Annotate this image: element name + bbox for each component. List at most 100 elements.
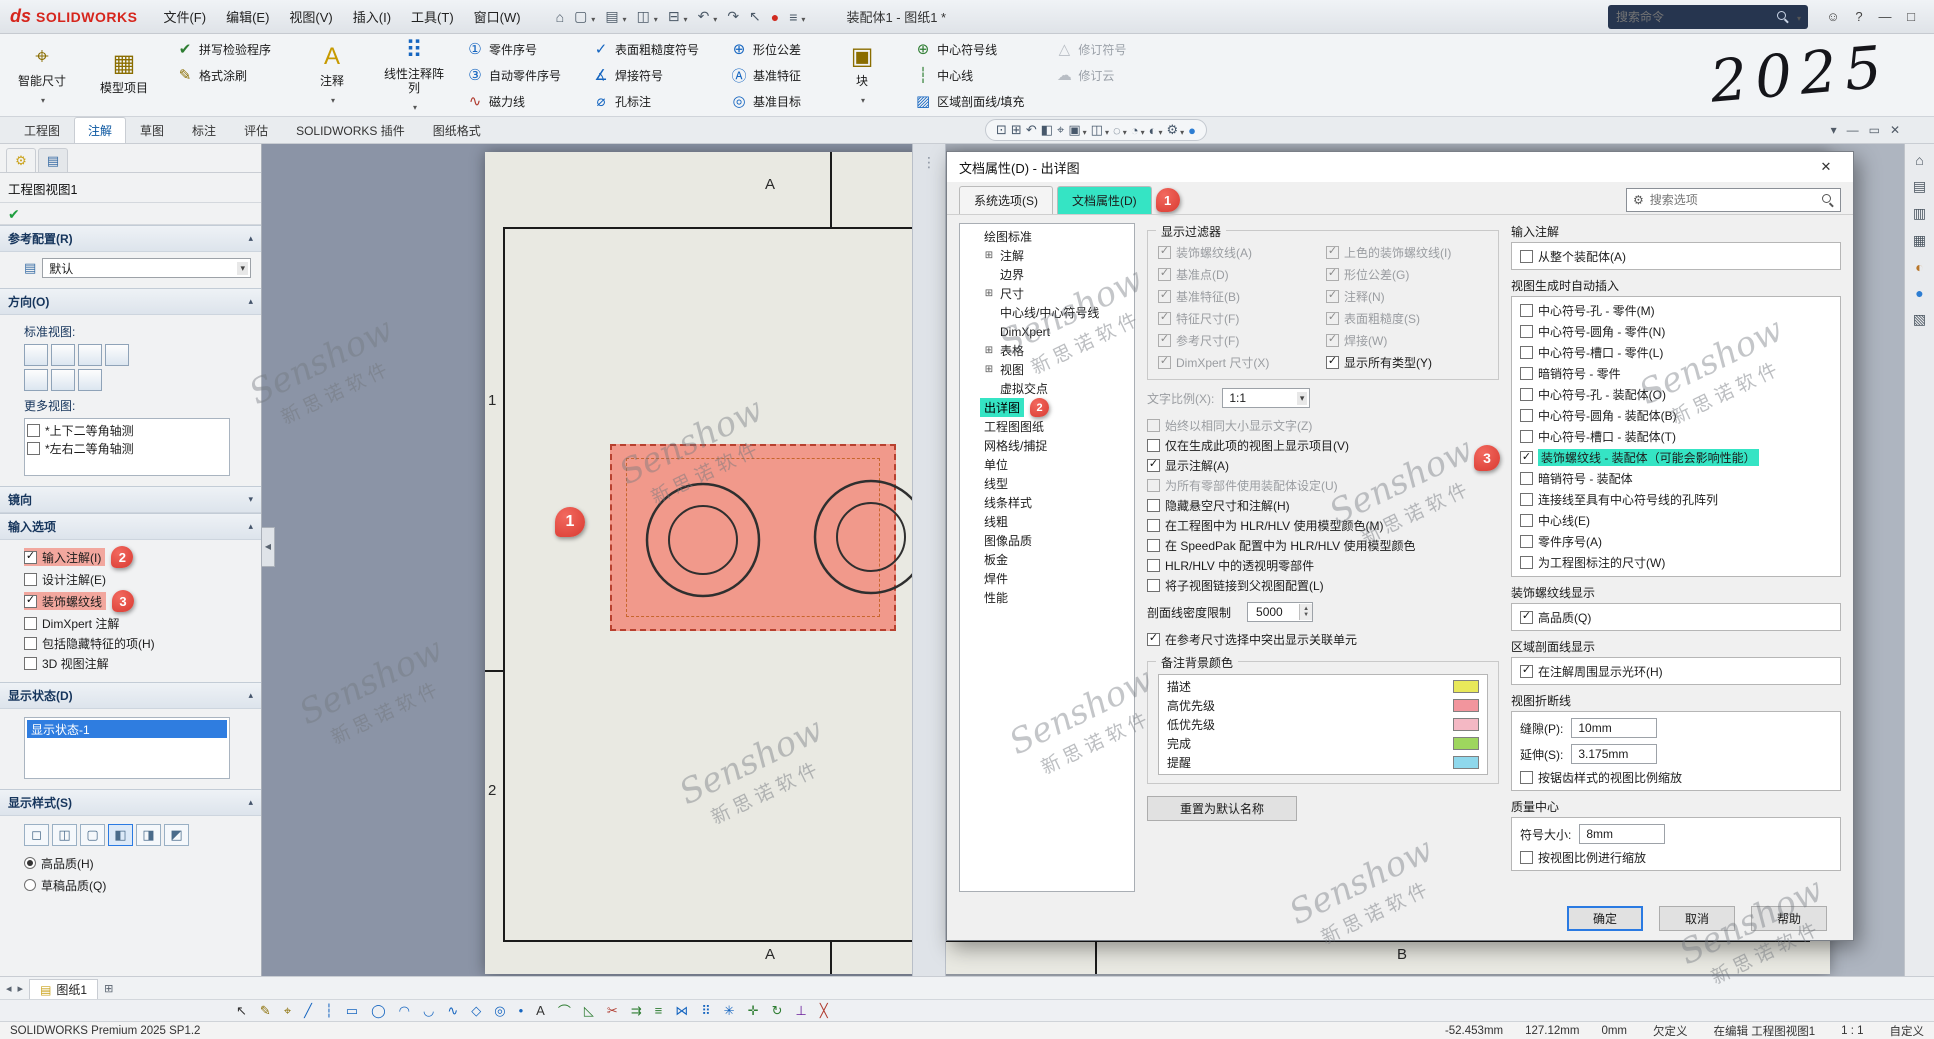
appearances-icon[interactable]: ◐ xyxy=(1915,259,1923,275)
tree-item[interactable]: 出详图 2 xyxy=(960,398,1134,417)
ok-button[interactable]: 确定 xyxy=(1567,906,1643,931)
filter-checkbox-option[interactable]: DimXpert 尺寸(X) xyxy=(1158,353,1320,371)
rebuild-traffic-light-icon[interactable]: ● xyxy=(766,4,784,30)
expand-icon[interactable]: ⊞ xyxy=(982,288,996,299)
centerline-button[interactable]: ┆ 中心线 xyxy=(910,62,1037,88)
quality-radio-option[interactable]: 高品质(H) xyxy=(24,854,98,872)
new-document-icon[interactable]: ▢ xyxy=(569,4,600,30)
command-tab[interactable]: 标注 xyxy=(178,117,230,143)
hidden-lines-removed-style-button[interactable]: ▢ xyxy=(80,824,105,846)
color-swatch[interactable] xyxy=(1453,718,1479,731)
checkbox[interactable] xyxy=(24,637,37,650)
gap-input[interactable]: 10mm xyxy=(1571,718,1657,738)
display-style-icon[interactable]: ◫ xyxy=(1091,122,1109,138)
command-search-box[interactable] xyxy=(1608,5,1808,29)
point-tool-icon[interactable]: • xyxy=(519,1003,524,1018)
detailing-checkbox-option[interactable]: 隐藏悬空尺寸和注解(H) xyxy=(1147,496,1499,514)
convert-entities-tool-icon[interactable]: ⇉ xyxy=(631,1003,642,1019)
note-color-row[interactable]: 低优先级 xyxy=(1161,715,1485,734)
home-icon[interactable]: ⌂ xyxy=(551,4,569,30)
dropdown-caret-icon[interactable] xyxy=(652,9,658,25)
symbol-size-input[interactable]: 8mm xyxy=(1579,824,1665,844)
rotate-tool-icon[interactable]: ↻ xyxy=(772,1003,783,1019)
highlight-associated-option[interactable]: 在参考尺寸选择中突出显示关联单元 xyxy=(1147,630,1499,648)
command-search-input[interactable] xyxy=(1616,10,1771,24)
dialog-title-bar[interactable]: 文档属性(D) - 出详图 xyxy=(947,152,1853,182)
pm-section-mirror[interactable]: 镜向 xyxy=(0,486,261,513)
save-icon[interactable]: ◫ xyxy=(632,4,663,30)
dropdown-caret-icon[interactable] xyxy=(1103,123,1109,138)
detailing-checkbox-option[interactable]: 在 SpeedPak 配置中为 HLR/HLV 使用模型颜色 xyxy=(1147,536,1499,554)
checkbox[interactable] xyxy=(1520,472,1533,485)
detailing-checkbox-option[interactable]: 仅在生成此项的视图上显示项目(V) xyxy=(1147,436,1499,454)
tree-item[interactable]: 中心线/中心符号线 xyxy=(960,303,1134,322)
detailing-checkbox-option[interactable]: 为所有零部件使用装配体设定(U) xyxy=(1147,476,1499,494)
checkbox[interactable] xyxy=(1520,409,1533,422)
menu-item[interactable]: 编辑(E) xyxy=(216,4,279,29)
maximize-icon[interactable]: □ xyxy=(1898,5,1924,29)
edit-appearance-icon[interactable]: ◔ xyxy=(1131,123,1145,138)
panel-collapse-handle[interactable] xyxy=(262,527,275,567)
zoom-fit-icon[interactable]: ⊡ xyxy=(996,122,1007,138)
hidden-lines-visible-style-button[interactable]: ◫ xyxy=(52,824,77,846)
block-button[interactable]: ▣ 块 xyxy=(828,36,896,114)
tree-item[interactable]: 网格线/捕捉 xyxy=(960,436,1134,455)
radio-button[interactable] xyxy=(24,857,36,869)
shaded-with-edges-style-button[interactable]: ◧ xyxy=(108,824,133,846)
checkbox[interactable] xyxy=(1520,346,1533,359)
filter-checkbox-option[interactable]: 注释(N) xyxy=(1326,287,1488,305)
checkbox[interactable] xyxy=(24,551,37,564)
checkbox[interactable] xyxy=(24,595,37,608)
dropdown-caret-icon[interactable] xyxy=(682,9,688,25)
auto-insert-option[interactable]: 3 装饰螺纹线 - 装配体（可能会影响性能） xyxy=(1520,448,1832,467)
window-menu-icon[interactable]: ▾ xyxy=(1831,123,1837,137)
import-option-checkbox[interactable]: DimXpert 注解 xyxy=(24,614,123,632)
minimize-window-icon[interactable]: — xyxy=(1847,123,1859,137)
view-isometric-button[interactable] xyxy=(24,344,48,366)
checkbox[interactable] xyxy=(1147,439,1160,452)
color-swatch[interactable] xyxy=(1453,699,1479,712)
text-tool-icon[interactable]: A xyxy=(536,1003,545,1018)
expand-icon[interactable]: ⊞ xyxy=(982,345,996,356)
fillet-tool-icon[interactable]: ⌒ xyxy=(558,1001,571,1020)
auto-insert-option[interactable]: 中心符号-孔 - 零件(M) xyxy=(1520,301,1832,320)
menu-item[interactable]: 工具(T) xyxy=(401,4,464,29)
pm-section-import-options[interactable]: 输入选项 xyxy=(0,513,261,540)
close-window-icon[interactable]: ✕ xyxy=(1890,123,1900,137)
checkbox[interactable] xyxy=(1520,388,1533,401)
datum-target-button[interactable]: ◎ 基准目标 xyxy=(726,88,814,114)
auto-insert-option[interactable]: 中心符号-圆角 - 装配体(B) xyxy=(1520,406,1832,425)
checkbox[interactable] xyxy=(1147,419,1160,432)
entire-assembly-option[interactable]: 从整个装配体(A) xyxy=(1520,247,1832,265)
checkbox[interactable] xyxy=(1158,268,1171,281)
revision-symbol-button[interactable]: △ 修订符号 xyxy=(1051,36,1139,62)
checkbox[interactable] xyxy=(1326,312,1339,325)
dropdown-caret-icon[interactable] xyxy=(859,93,865,107)
spell-checker-button[interactable]: ✔ 拼写检验程序 xyxy=(172,36,284,62)
auto-insert-option[interactable]: 暗销符号 - 零件 xyxy=(1520,364,1832,383)
dropdown-caret-icon[interactable] xyxy=(1139,123,1145,138)
auto-insert-option[interactable]: 连接线至具有中心符号线的孔阵列 xyxy=(1520,490,1832,509)
auto-insert-option[interactable]: 中心线(E) xyxy=(1520,511,1832,530)
tree-item[interactable]: 单位 xyxy=(960,455,1134,474)
units-selector[interactable]: 自定义 xyxy=(1890,1023,1925,1039)
file-explorer-icon[interactable]: ▥ xyxy=(1913,205,1926,222)
detailing-checkbox-option[interactable]: 在工程图中为 HLR/HLV 使用模型颜色(M) xyxy=(1147,516,1499,534)
dropdown-caret-icon[interactable] xyxy=(621,9,627,25)
options-search-input[interactable] xyxy=(1650,193,1816,207)
filter-checkbox-option[interactable]: 形位公差(G) xyxy=(1326,265,1488,283)
draft-style-button[interactable]: ◩ xyxy=(164,824,189,846)
accept-check-icon[interactable] xyxy=(8,208,20,222)
rectangle-tool-icon[interactable]: ▭ xyxy=(346,1003,358,1019)
pm-tab-feature-tree[interactable]: ▤ xyxy=(38,148,68,172)
command-tab[interactable]: 评估 xyxy=(230,117,282,143)
sketch-tool-icon[interactable]: ✎ xyxy=(260,1003,271,1019)
geometric-tolerance-button[interactable]: ⊕ 形位公差 xyxy=(726,36,814,62)
spline-tool-icon[interactable]: ∿ xyxy=(447,1003,458,1019)
dropdown-caret-icon[interactable] xyxy=(711,9,717,25)
checkbox[interactable] xyxy=(1520,611,1533,624)
checkbox[interactable] xyxy=(1158,356,1171,369)
checkbox[interactable] xyxy=(1520,304,1533,317)
resources-home-icon[interactable]: ⌂ xyxy=(1915,152,1923,168)
auto-insert-option[interactable]: 中心符号-孔 - 装配体(O) xyxy=(1520,385,1832,404)
